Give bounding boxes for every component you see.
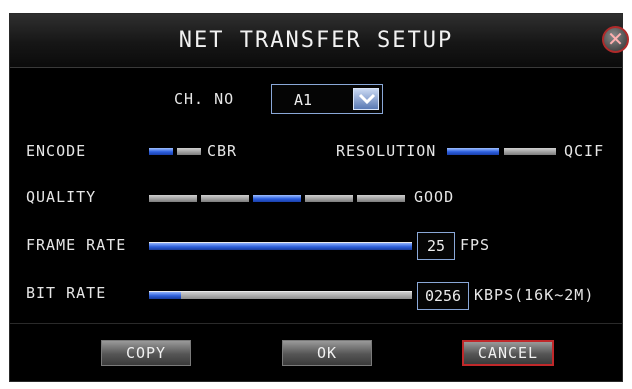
- quality-level-2[interactable]: [201, 195, 249, 202]
- frame-rate-label: FRAME RATE: [26, 236, 127, 254]
- chevron-down-icon[interactable]: [353, 88, 379, 110]
- bit-rate-label: BIT RATE: [26, 284, 107, 302]
- quality-value: GOOD: [414, 188, 455, 206]
- frame-rate-fill: [149, 243, 412, 250]
- encode-level-2[interactable]: [177, 148, 201, 155]
- encode-label: ENCODE: [26, 142, 87, 160]
- quality-level-5[interactable]: [357, 195, 405, 202]
- quality-level-4[interactable]: [305, 195, 353, 202]
- ok-button[interactable]: OK: [282, 340, 372, 366]
- footer-divider: [10, 323, 622, 324]
- bit-rate-fill: [149, 292, 181, 299]
- encode-value: CBR: [207, 142, 238, 160]
- resolution-value: QCIF: [564, 142, 605, 160]
- resolution-level-1[interactable]: [447, 148, 499, 155]
- frame-rate-input[interactable]: 25: [417, 232, 455, 260]
- frame-rate-slider[interactable]: [149, 242, 412, 250]
- channel-select[interactable]: A1: [271, 84, 383, 114]
- bit-rate-input[interactable]: 0256: [417, 282, 469, 310]
- channel-value: A1: [294, 91, 313, 109]
- resolution-label: RESOLUTION: [336, 142, 437, 160]
- frame-rate-unit: FPS: [460, 236, 491, 254]
- copy-button[interactable]: COPY: [101, 340, 191, 366]
- encode-level-1[interactable]: [149, 148, 173, 155]
- channel-label: CH. NO: [174, 90, 235, 108]
- cancel-button[interactable]: CANCEL: [462, 340, 554, 366]
- bit-rate-slider[interactable]: [149, 291, 412, 299]
- close-icon[interactable]: ✕: [602, 26, 629, 53]
- quality-level-3[interactable]: [253, 195, 301, 202]
- title-bar: NET TRANSFER SETUP ✕: [10, 14, 629, 68]
- net-transfer-setup-dialog: NET TRANSFER SETUP ✕ CH. NO A1 ENCODE CB…: [9, 13, 629, 382]
- bit-rate-unit: KBPS(16K~2M): [474, 286, 595, 304]
- dialog-title: NET TRANSFER SETUP: [178, 28, 454, 53]
- resolution-level-2[interactable]: [504, 148, 556, 155]
- quality-level-1[interactable]: [149, 195, 197, 202]
- quality-label: QUALITY: [26, 188, 97, 206]
